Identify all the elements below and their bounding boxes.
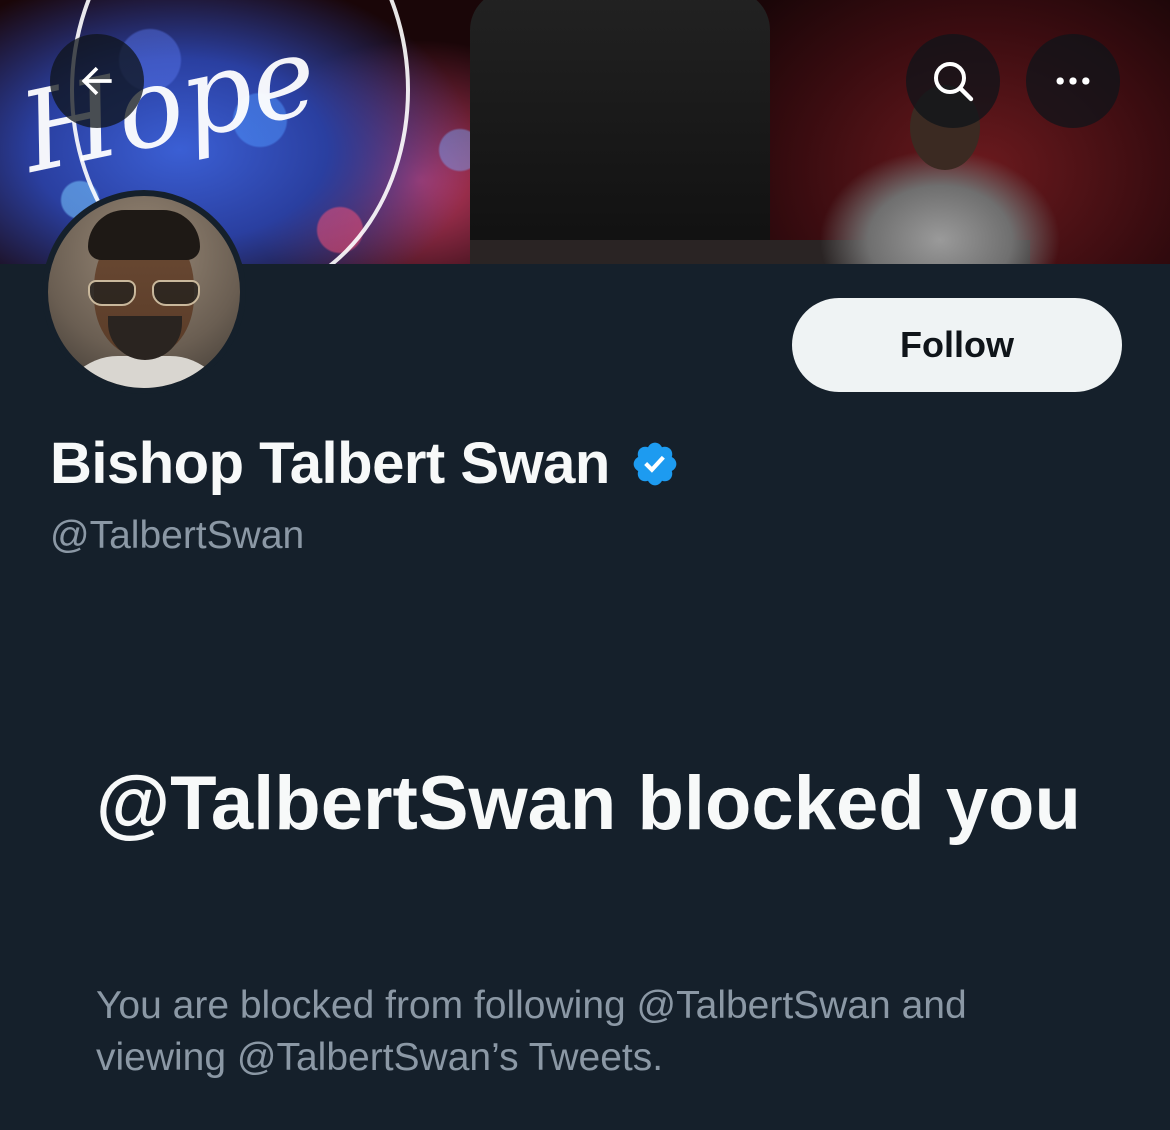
blocked-title: @TalbertSwan blocked you [96, 761, 1081, 846]
profile-page: Hope Follow Bishop Talbert Swan @Talbert… [0, 0, 1170, 1130]
avatar-hair [88, 210, 200, 260]
banner-speaker-figure [470, 0, 770, 250]
avatar-glasses [88, 280, 200, 306]
avatar[interactable] [42, 190, 246, 394]
avatar-shirt [58, 356, 230, 388]
profile-name-row: Bishop Talbert Swan [50, 430, 680, 497]
follow-button[interactable]: Follow [792, 298, 1122, 392]
display-name: Bishop Talbert Swan [50, 431, 610, 496]
avatar-beard [108, 316, 182, 360]
more-horizontal-icon [1056, 77, 1090, 85]
blocked-description: You are blocked from following @TalbertS… [96, 984, 967, 1079]
verified-badge-icon[interactable] [630, 439, 680, 489]
search-button[interactable] [906, 34, 1000, 128]
back-button[interactable] [50, 34, 144, 128]
arrow-left-icon [81, 66, 112, 96]
profile-handle: @TalbertSwan [50, 514, 305, 557]
search-icon [934, 62, 974, 102]
more-button[interactable] [1026, 34, 1120, 128]
